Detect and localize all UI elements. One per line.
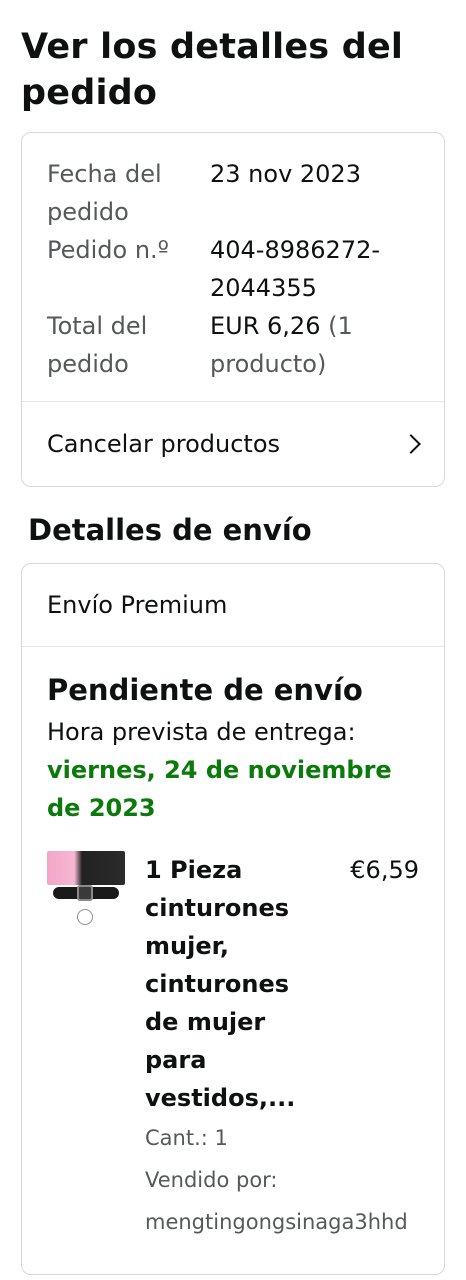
shipment-card: Envío Premium Pendiente de envío Hora pr…	[21, 563, 445, 1275]
order-number-value: 404-8986272-2044355	[210, 236, 381, 302]
buckle-image	[77, 885, 93, 901]
shipment-body: Pendiente de envío Hora prevista de entr…	[22, 647, 444, 1243]
shipping-method: Envío Premium	[47, 591, 228, 619]
order-total-row: Total del pedido EUR 6,26 (1 producto)	[47, 307, 444, 383]
shipping-section-title: Detalles de envío	[28, 513, 312, 547]
order-number-label: Pedido n.º	[47, 236, 169, 264]
product-title-link[interactable]: 1 Pieza cinturones mujer, cinturones de …	[145, 851, 295, 1117]
item-header: 1 Pieza cinturones mujer, cinturones de …	[145, 851, 444, 1117]
order-total-amount: EUR 6,26	[210, 312, 321, 340]
order-details-page: Ver los detalles del pedido Fecha del pe…	[0, 0, 466, 1280]
order-total-value: EUR 6,26 (1 producto)	[210, 307, 444, 383]
cancel-products-label: Cancelar productos	[47, 430, 281, 458]
image-selector-radio-icon[interactable]	[77, 909, 93, 925]
chevron-right-icon	[401, 434, 421, 454]
order-item: 1 Pieza cinturones mujer, cinturones de …	[47, 851, 444, 1243]
order-date-label: Fecha del pedido	[47, 160, 162, 226]
seller-name: mengtingongsinaga3hhd	[145, 1210, 408, 1234]
order-summary-card: Fecha del pedido 23 nov 2023 Pedido n.º …	[21, 132, 445, 487]
item-quantity: Cant.: 1	[145, 1126, 228, 1150]
product-thumbnail[interactable]	[47, 851, 127, 925]
order-total-label: Total del pedido	[47, 312, 148, 378]
sold-by-label: Vendido por:	[145, 1168, 278, 1192]
cancel-products-button[interactable]: Cancelar productos	[22, 402, 444, 486]
delivery-estimate-date: viernes, 24 de noviembre de 2023	[47, 756, 392, 822]
order-number-row: Pedido n.º 404-8986272-2044355	[47, 231, 444, 307]
item-price: €6,59	[350, 856, 419, 884]
order-date-row: Fecha del pedido 23 nov 2023	[47, 155, 444, 231]
order-date-value: 23 nov 2023	[210, 160, 361, 188]
delivery-estimate-label: Hora prevista de entrega:	[47, 718, 356, 746]
order-info: Fecha del pedido 23 nov 2023 Pedido n.º …	[22, 133, 444, 401]
shipment-status: Pendiente de envío	[47, 673, 363, 707]
product-image	[47, 851, 125, 885]
page-title: Ver los detalles del pedido	[21, 27, 404, 113]
item-details: 1 Pieza cinturones mujer, cinturones de …	[145, 851, 444, 1243]
